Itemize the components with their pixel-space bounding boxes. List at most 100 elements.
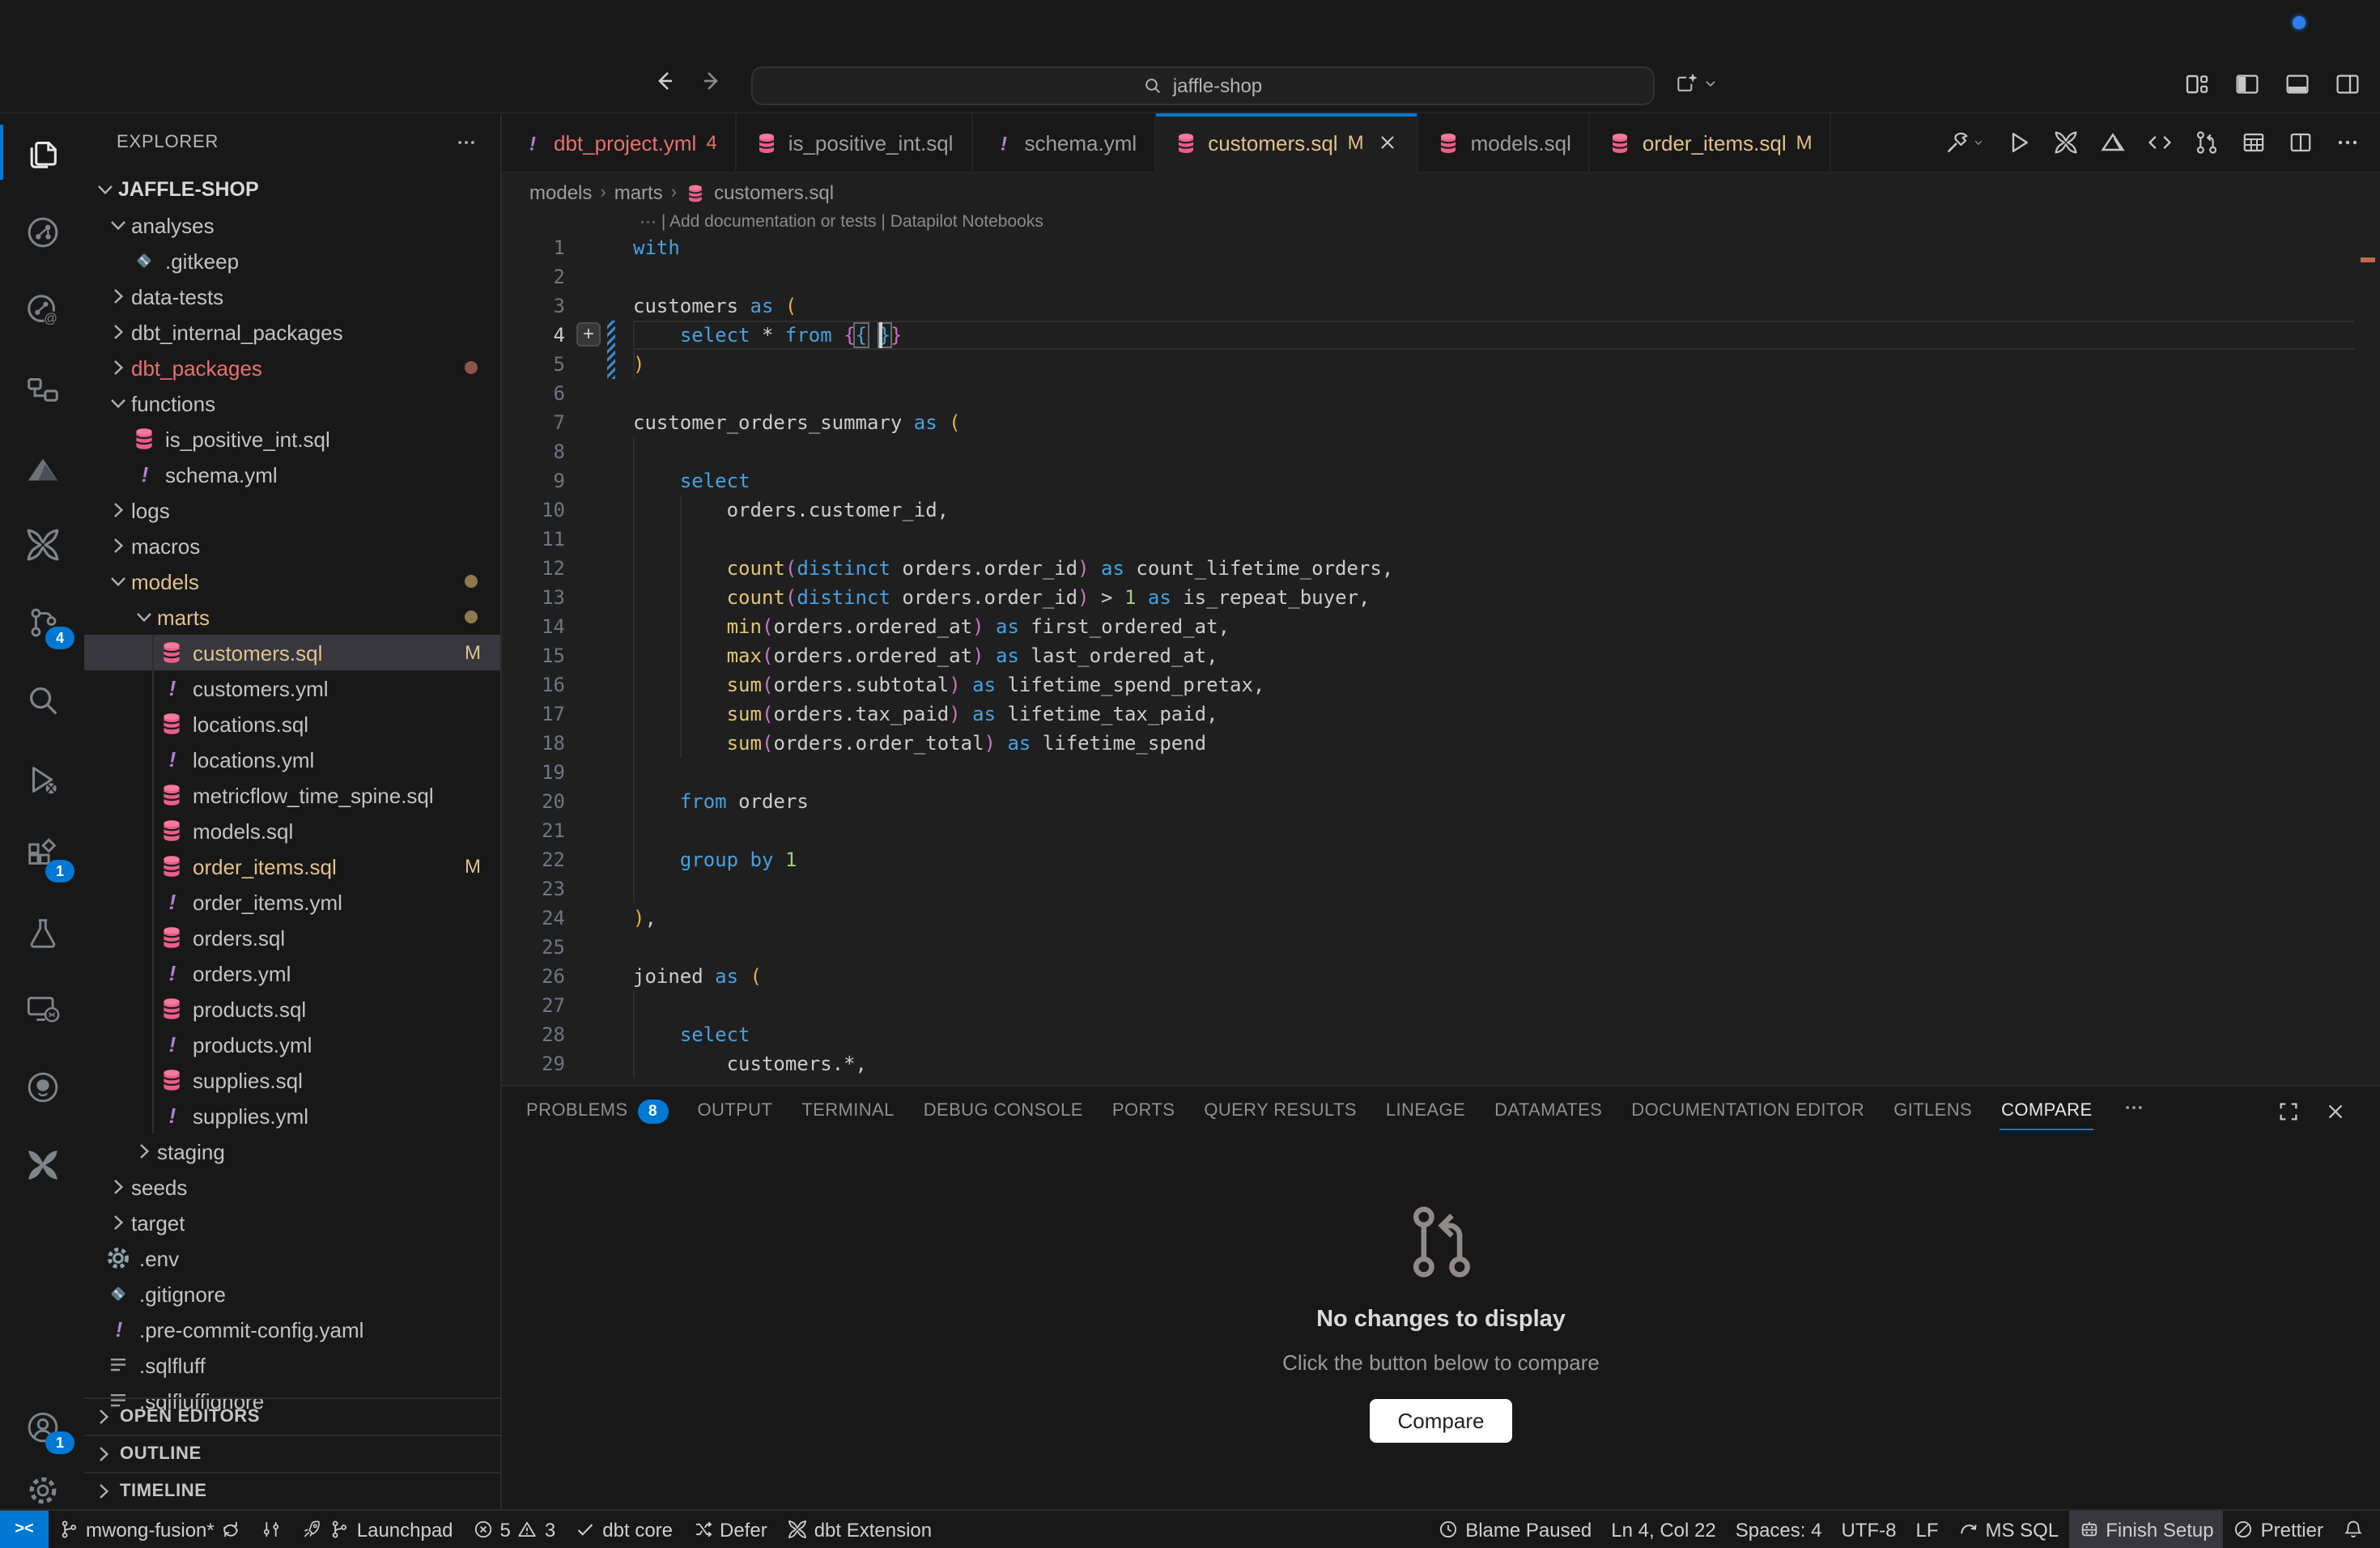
- tree-item-marts[interactable]: marts: [84, 599, 500, 635]
- code-line-25[interactable]: 25: [502, 933, 2380, 962]
- tree-item-.sqlfluff[interactable]: .sqlfluff: [84, 1347, 500, 1383]
- toggle-secondary-sidebar-icon[interactable]: [2335, 71, 2361, 97]
- status-defer[interactable]: Defer: [682, 1511, 777, 1548]
- status-eol[interactable]: LF: [1906, 1511, 1948, 1548]
- tree-item-products.yml[interactable]: !products.yml: [84, 1027, 500, 1062]
- code-line-8[interactable]: 8: [502, 437, 2380, 466]
- tree-item-.env[interactable]: .env: [84, 1240, 500, 1276]
- tree-item-seeds[interactable]: seeds: [84, 1169, 500, 1205]
- panel-tab-debug-console[interactable]: DEBUG CONSOLE: [909, 1087, 1098, 1135]
- code-line-13[interactable]: 13 count(distinct orders.order_id) > 1 a…: [502, 583, 2380, 612]
- tree-item-staging[interactable]: staging: [84, 1133, 500, 1169]
- tree-item-order_items.sql[interactable]: order_items.sqlM: [84, 848, 500, 884]
- tab-is_positive_int.sql[interactable]: is_positive_int.sql: [737, 113, 973, 172]
- tree-item-analyses[interactable]: analyses: [84, 207, 500, 243]
- toggle-sidebar-icon[interactable]: [2234, 71, 2260, 97]
- tab-close-icon[interactable]: [1377, 131, 1400, 154]
- tree-item-orders.yml[interactable]: !orders.yml: [84, 955, 500, 991]
- dbt-action-icon[interactable]: [2053, 130, 2079, 155]
- more-actions-icon[interactable]: [2335, 130, 2361, 155]
- command-center-search[interactable]: jaffle-shop: [751, 66, 1655, 105]
- tree-item-locations.yml[interactable]: !locations.yml: [84, 742, 500, 777]
- status-blame[interactable]: Blame Paused: [1428, 1511, 1601, 1548]
- status-notifications[interactable]: [2333, 1511, 2374, 1548]
- activity-source-control[interactable]: 4: [0, 583, 84, 661]
- panel-tab-documentation-editor[interactable]: DOCUMENTATION EDITOR: [1617, 1087, 1879, 1135]
- tree-item-metricflow_time_spine.sql[interactable]: metricflow_time_spine.sql: [84, 777, 500, 813]
- code-line-21[interactable]: 21: [502, 816, 2380, 845]
- tab-schema.yml[interactable]: !schema.yml: [972, 113, 1156, 172]
- tree-item-supplies.yml[interactable]: !supplies.yml: [84, 1098, 500, 1133]
- code-line-24[interactable]: 24),: [502, 904, 2380, 933]
- code-line-18[interactable]: 18 sum(orders.order_total) as lifetime_s…: [502, 729, 2380, 758]
- tree-item-target[interactable]: target: [84, 1205, 500, 1240]
- status-finish-setup[interactable]: Finish Setup: [2068, 1511, 2223, 1548]
- panel-tab-datamates[interactable]: DATAMATES: [1480, 1087, 1617, 1135]
- status-git-branch[interactable]: mwong-fusion*: [49, 1511, 252, 1548]
- code-line-14[interactable]: 14 min(orders.ordered_at) as first_order…: [502, 612, 2380, 641]
- customize-layout-icon[interactable]: [2184, 71, 2210, 97]
- panel-tab-compare[interactable]: COMPARE: [1987, 1087, 2106, 1135]
- panel-tab-query-results[interactable]: QUERY RESULTS: [1189, 1087, 1371, 1135]
- tree-item-data-tests[interactable]: data-tests: [84, 279, 500, 314]
- datapilot-action-icon[interactable]: [2100, 130, 2126, 155]
- tree-item-dbt_packages[interactable]: dbt_packages: [84, 350, 500, 385]
- activity-run-and-debug[interactable]: [0, 740, 84, 818]
- activity-search[interactable]: [0, 661, 84, 738]
- code-line-1[interactable]: 1with: [502, 233, 2380, 262]
- tree-item-models.sql[interactable]: models.sql: [84, 813, 500, 848]
- status-language-mode[interactable]: MS SQL: [1949, 1511, 2069, 1548]
- activity-lineage[interactable]: [0, 193, 84, 270]
- status-remote-indicator[interactable]: ><: [0, 1511, 49, 1548]
- code-line-7[interactable]: 7customer_orders_summary as (: [502, 408, 2380, 437]
- compare-changes-icon[interactable]: [2194, 130, 2220, 155]
- split-editor-icon[interactable]: [2288, 130, 2314, 155]
- status-dbt-extension[interactable]: dbt Extension: [777, 1511, 941, 1548]
- code-line-28[interactable]: 28 select: [502, 1020, 2380, 1049]
- activity-dbt-power-user[interactable]: [0, 505, 84, 583]
- panel-tab-output[interactable]: OUTPUT: [682, 1087, 787, 1135]
- activity-query-panel[interactable]: @: [0, 270, 84, 348]
- panel-tab-problems[interactable]: PROBLEMS8: [512, 1087, 682, 1135]
- code-line-23[interactable]: 23: [502, 874, 2380, 904]
- code-line-3[interactable]: 3customers as (: [502, 291, 2380, 321]
- tree-item-customers.sql[interactable]: customers.sqlM: [84, 635, 500, 670]
- tree-item-customers.yml[interactable]: !customers.yml: [84, 670, 500, 706]
- status-dbt-core[interactable]: dbt core: [565, 1511, 682, 1548]
- share-button[interactable]: [1674, 70, 1718, 96]
- breadcrumb-item-file[interactable]: customers.sql: [714, 181, 834, 204]
- code-line-4[interactable]: 4 select * from {{ }}: [502, 321, 2380, 350]
- nav-forward-icon[interactable]: [699, 68, 725, 94]
- tree-item-.gitkeep[interactable]: .gitkeep: [84, 243, 500, 279]
- code-line-26[interactable]: 26joined as (: [502, 962, 2380, 991]
- tree-item-.gitignore[interactable]: .gitignore: [84, 1276, 500, 1312]
- panel-more-tabs[interactable]: [2107, 1095, 2162, 1126]
- activity-github[interactable]: [0, 1048, 84, 1125]
- code-line-12[interactable]: 12 count(distinct orders.order_id) as co…: [502, 554, 2380, 583]
- breadcrumb-item-models[interactable]: models: [529, 181, 592, 204]
- sidebar-section-outline[interactable]: OUTLINE: [84, 1435, 500, 1472]
- tree-item-macros[interactable]: macros: [84, 528, 500, 563]
- tree-root[interactable]: JAFFLE-SHOP: [84, 172, 500, 207]
- sidebar-section-open-editors[interactable]: OPEN EDITORS: [84, 1397, 500, 1435]
- status-launchpad[interactable]: Launchpad: [292, 1511, 463, 1548]
- sidebar-section-timeline[interactable]: TIMELINE: [84, 1472, 500, 1509]
- code-line-11[interactable]: 11: [502, 525, 2380, 554]
- codelens[interactable]: ··· | Add documentation or tests | Datap…: [502, 212, 2380, 233]
- code-line-22[interactable]: 22 group by 1: [502, 845, 2380, 874]
- code-line-6[interactable]: 6: [502, 379, 2380, 408]
- run-icon[interactable]: [2006, 130, 2032, 155]
- tree-item-products.sql[interactable]: products.sql: [84, 991, 500, 1027]
- code-line-27[interactable]: 27: [502, 991, 2380, 1020]
- tree-item-supplies.sql[interactable]: supplies.sql: [84, 1062, 500, 1098]
- query-results-icon[interactable]: [2241, 130, 2267, 155]
- activity-flow[interactable]: [0, 350, 84, 427]
- code-line-16[interactable]: 16 sum(orders.subtotal) as lifetime_spen…: [502, 670, 2380, 700]
- status-cursor-position[interactable]: Ln 4, Col 22: [1601, 1511, 1725, 1548]
- code-line-9[interactable]: 9 select: [502, 466, 2380, 495]
- code-editor[interactable]: ··· | Add documentation or tests | Datap…: [502, 212, 2380, 1085]
- tab-models.sql[interactable]: models.sql: [1419, 113, 1591, 172]
- tab-order_items.sql[interactable]: order_items.sqlM: [1591, 113, 1832, 172]
- tree-item-schema.yml[interactable]: !schema.yml: [84, 457, 500, 492]
- panel-tab-terminal[interactable]: TERMINAL: [787, 1087, 908, 1135]
